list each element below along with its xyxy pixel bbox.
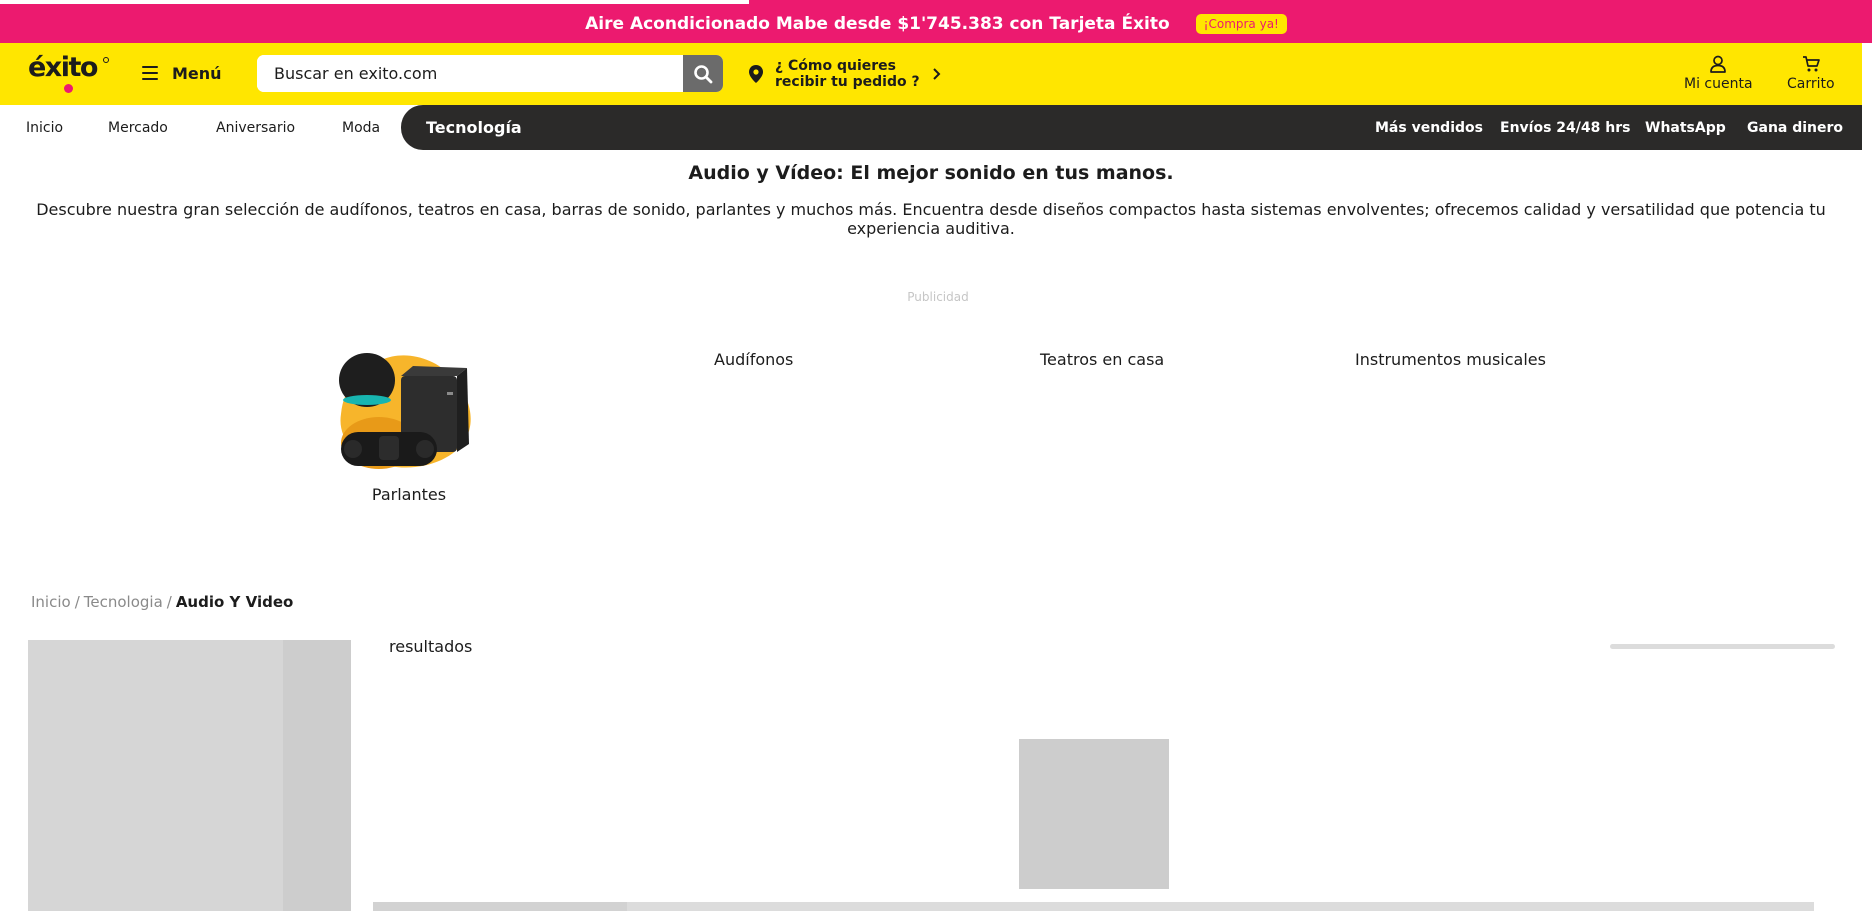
nav-item-gana-dinero[interactable]: Gana dinero xyxy=(1747,105,1843,150)
menu-button[interactable]: Menú xyxy=(142,58,222,88)
account-label: Mi cuenta xyxy=(1684,76,1753,92)
search-button[interactable] xyxy=(683,55,723,92)
nav-item-envios[interactable]: Envíos 24/48 hrs xyxy=(1500,105,1630,150)
product-grid-placeholder-segment xyxy=(373,902,627,911)
promo-text: Aire Acondicionado Mabe desde $1'745.383… xyxy=(585,13,1170,34)
nav-item-mas-vendidos[interactable]: Más vendidos xyxy=(1375,105,1483,150)
account-button[interactable]: Mi cuenta xyxy=(1684,55,1753,92)
search-bar xyxy=(257,55,723,92)
product-grid-placeholder xyxy=(373,902,1814,911)
subcategory-teatros-en-casa[interactable]: Teatros en casa xyxy=(1040,350,1164,369)
nav-item-aniversario[interactable]: Aniversario xyxy=(216,105,295,150)
breadcrumb-link-tecnologia[interactable]: Tecnologia xyxy=(84,593,163,611)
subcategory-parlantes[interactable]: Parlantes xyxy=(329,348,489,504)
category-description: Descubre nuestra gran selección de audíf… xyxy=(36,200,1826,238)
subcategory-instrumentos-musicales[interactable]: Instrumentos musicales xyxy=(1355,350,1546,369)
promo-cta-button[interactable]: ¡Compra ya! xyxy=(1195,13,1287,34)
nav-item-tecnologia[interactable]: Tecnología xyxy=(426,105,522,150)
page-edge xyxy=(1862,43,1872,150)
ad-label: Publicidad xyxy=(907,290,969,304)
user-icon xyxy=(1710,55,1727,73)
exito-logo[interactable]: éxito xyxy=(28,52,110,93)
subcategory-label: Teatros en casa xyxy=(1040,350,1165,369)
promo-content: Aire Acondicionado Mabe desde $1'745.383… xyxy=(0,4,1872,43)
search-icon xyxy=(694,64,713,83)
cart-label: Carrito xyxy=(1787,76,1835,92)
loading-placeholder xyxy=(1019,739,1169,889)
breadcrumb-separator: / xyxy=(166,593,172,611)
search-input[interactable] xyxy=(257,55,683,92)
results-count: resultados xyxy=(389,637,473,656)
main-header: éxito Menú ¿ Cómo quieres recibir tu ped… xyxy=(0,43,1862,105)
breadcrumb-separator: / xyxy=(74,593,80,611)
subcategory-label: Instrumentos musicales xyxy=(1355,350,1546,369)
nav-dark-section xyxy=(401,105,1862,150)
delivery-line-2: recibir tu pedido ? xyxy=(775,74,920,90)
subcategory-audifonos[interactable]: Audífonos xyxy=(714,350,793,369)
breadcrumb: Inicio / Tecnologia / Audio Y Video xyxy=(31,593,293,611)
delivery-selector[interactable]: ¿ Cómo quieres recibir tu pedido ? xyxy=(749,58,941,90)
page-title: Audio y Vídeo: El mejor sonido en tus ma… xyxy=(688,162,1174,184)
chevron-right-icon xyxy=(932,68,941,80)
speakers-image xyxy=(339,353,471,469)
cart-button[interactable]: Carrito xyxy=(1787,55,1835,92)
logo-dot xyxy=(64,84,73,93)
location-pin-icon xyxy=(749,65,763,83)
sort-placeholder xyxy=(1610,644,1835,649)
breadcrumb-link-inicio[interactable]: Inicio xyxy=(31,593,71,611)
subcategory-label: Parlantes xyxy=(371,485,447,504)
menu-label: Menú xyxy=(172,63,222,83)
nav-item-whatsapp[interactable]: WhatsApp xyxy=(1645,105,1726,150)
logo-wordmark: éxito xyxy=(28,52,98,83)
registered-mark-icon xyxy=(103,57,109,63)
subcategory-label: Audífonos xyxy=(714,350,794,369)
filters-placeholder xyxy=(28,640,351,911)
nav-item-moda[interactable]: Moda xyxy=(342,105,380,150)
promo-banner[interactable]: Aire Acondicionado Mabe desde $1'745.383… xyxy=(0,0,1872,43)
filters-placeholder-strip xyxy=(283,640,351,911)
delivery-line-1: ¿ Cómo quieres xyxy=(775,58,896,74)
category-nav: Inicio Mercado Aniversario Moda Tecnolog… xyxy=(0,105,1862,150)
hamburger-icon xyxy=(142,66,158,80)
nav-item-mercado[interactable]: Mercado xyxy=(108,105,168,150)
cart-icon xyxy=(1802,56,1820,72)
breadcrumb-current: Audio Y Video xyxy=(175,593,294,611)
nav-item-inicio[interactable]: Inicio xyxy=(26,105,63,150)
delivery-text: ¿ Cómo quieres recibir tu pedido ? xyxy=(775,58,920,90)
